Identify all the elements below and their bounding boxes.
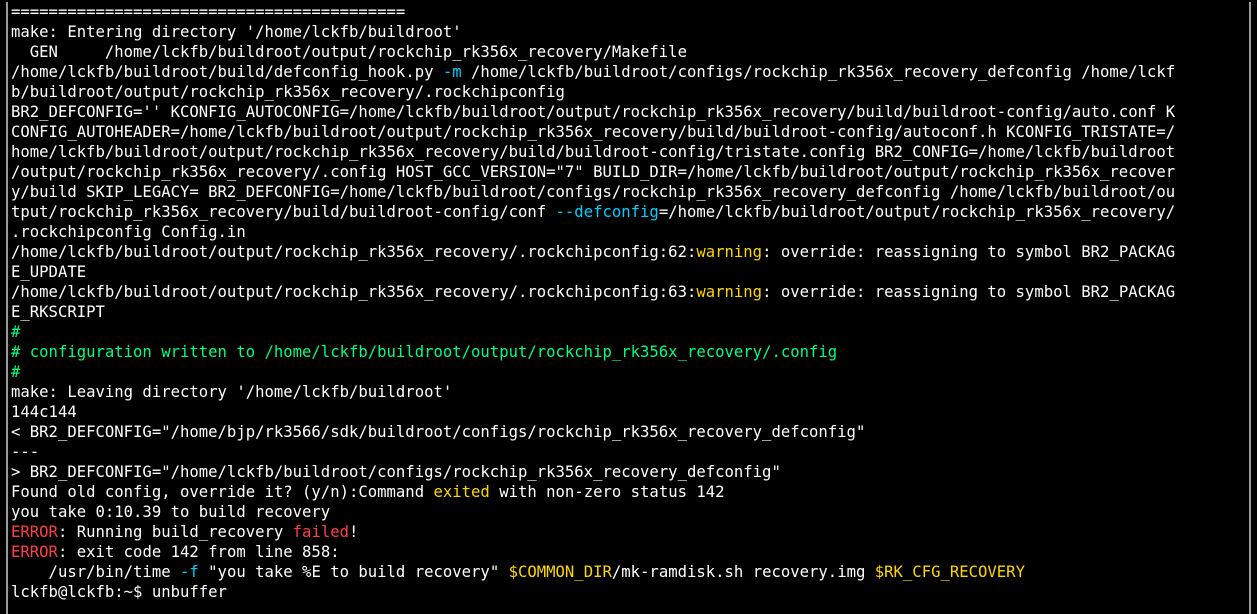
- terminal-line: < BR2_DEFCONFIG="/home/bjp/rk3566/sdk/bu…: [11, 422, 1249, 442]
- terminal-text-segment: $RK_CFG_RECOVERY: [874, 563, 1025, 581]
- terminal-line: 144c144: [11, 402, 1249, 422]
- terminal-line: /usr/bin/time -f "you take %E to build r…: [11, 562, 1249, 582]
- terminal-text-segment: y/build SKIP_LEGACY= BR2_DEFCONFIG=/home…: [11, 183, 1176, 201]
- terminal-line: ERROR: Running build_recovery failed!: [11, 522, 1249, 542]
- terminal-text-segment: /home/lckfb/buildroot/build/defconfig_ho…: [11, 63, 443, 81]
- command-input[interactable]: unbuffer: [152, 583, 227, 601]
- terminal-text-segment: failed: [292, 523, 350, 541]
- terminal-text-segment: : exit code 142 from line 858:: [57, 543, 340, 561]
- terminal-line: BR2_DEFCONFIG='' KCONFIG_AUTOCONFIG=/hom…: [11, 102, 1249, 122]
- terminal-line: #: [11, 362, 1249, 382]
- terminal-text-segment: b/buildroot/output/rockchip_rk356x_recov…: [11, 83, 565, 101]
- terminal-text-segment: home/lckfb/buildroot/output/rockchip_rk3…: [11, 143, 1176, 161]
- terminal-line: E_UPDATE: [11, 262, 1249, 282]
- terminal-line: ---: [11, 442, 1249, 462]
- terminal-text-segment: Found old config, override it? (y/n):Com…: [11, 483, 434, 501]
- terminal-line: tput/rockchip_rk356x_recovery/build/buil…: [11, 202, 1249, 222]
- shell-prompt: lckfb@lckfb:~$: [11, 583, 152, 601]
- terminal-text-segment: /usr/bin/time: [11, 563, 180, 581]
- terminal-text-segment: #: [11, 363, 21, 381]
- terminal-line: /home/lckfb/buildroot/output/rockchip_rk…: [11, 282, 1249, 302]
- terminal-line: make: Entering directory '/home/lckfb/bu…: [11, 22, 1249, 42]
- terminal-text-segment: "you take %E to build recovery": [198, 563, 509, 581]
- terminal-line: GEN /home/lckfb/buildroot/output/rockchi…: [11, 42, 1249, 62]
- terminal-text-segment: # configuration written to /home/lckfb/b…: [11, 343, 838, 361]
- prompt-line[interactable]: lckfb@lckfb:~$ unbuffer: [11, 582, 1249, 602]
- terminal-text-segment: you take 0:10.39 to build recovery: [11, 503, 331, 521]
- terminal-line: b/buildroot/output/rockchip_rk356x_recov…: [11, 82, 1249, 102]
- terminal-text-segment: /mk-ramdisk.sh recovery.img: [611, 563, 875, 581]
- terminal-text-segment: tput/rockchip_rk356x_recovery/build/buil…: [11, 203, 556, 221]
- terminal-text-segment: GEN /home/lckfb/buildroot/output/rockchi…: [11, 43, 687, 61]
- terminal-text-segment: 144c144: [11, 403, 77, 421]
- terminal-line: # configuration written to /home/lckfb/b…: [11, 342, 1249, 362]
- terminal-text-segment: with non-zero status 142: [489, 483, 725, 501]
- terminal-line: > BR2_DEFCONFIG="/home/lckfb/buildroot/c…: [11, 462, 1249, 482]
- terminal-text-segment: /home/lckfb/buildroot/output/rockchip_rk…: [11, 283, 697, 301]
- terminal-text-segment: CONFIG_AUTOHEADER=/home/lckfb/buildroot/…: [11, 123, 1176, 141]
- terminal-window[interactable]: ========================================…: [6, 2, 1251, 614]
- terminal-text-segment: ---: [11, 443, 40, 461]
- terminal-text-segment: =/home/lckfb/buildroot/output/rockchip_r…: [658, 203, 1176, 221]
- terminal-text-segment: $COMMON_DIR: [508, 563, 612, 581]
- terminal-line: E_RKSCRIPT: [11, 302, 1249, 322]
- terminal-text-segment: --defconfig: [555, 203, 659, 221]
- terminal-text-segment: ERROR: [11, 543, 58, 561]
- terminal-text-segment: E_UPDATE: [11, 263, 87, 281]
- terminal-output: ========================================…: [11, 2, 1249, 602]
- terminal-line: home/lckfb/buildroot/output/rockchip_rk3…: [11, 142, 1249, 162]
- terminal-line: /home/lckfb/buildroot/output/rockchip_rk…: [11, 242, 1249, 262]
- terminal-line: y/build SKIP_LEGACY= BR2_DEFCONFIG=/home…: [11, 182, 1249, 202]
- terminal-text-segment: /home/lckfb/buildroot/configs/rockchip_r…: [461, 63, 1176, 81]
- terminal-line: #: [11, 322, 1249, 342]
- terminal-text-segment: /output/rockchip_rk356x_recovery/.config…: [11, 163, 1176, 181]
- terminal-text-segment: : Running build_recovery: [57, 523, 293, 541]
- terminal-text-segment: !: [349, 523, 359, 541]
- terminal-text-segment: -f: [180, 563, 199, 581]
- terminal-text-segment: : override: reassigning to symbol BR2_PA…: [762, 243, 1176, 261]
- terminal-text-segment: > BR2_DEFCONFIG="/home/lckfb/buildroot/c…: [11, 463, 781, 481]
- terminal-text-segment: make: Leaving directory '/home/lckfb/bui…: [11, 383, 453, 401]
- terminal-text-segment: make: Entering directory '/home/lckfb/bu…: [11, 23, 462, 41]
- terminal-line: /home/lckfb/buildroot/build/defconfig_ho…: [11, 62, 1249, 82]
- terminal-text-segment: warning: [696, 243, 763, 261]
- terminal-text-segment: .rockchipconfig Config.in: [11, 223, 246, 241]
- terminal-line: you take 0:10.39 to build recovery: [11, 502, 1249, 522]
- terminal-text-segment: exited: [433, 483, 490, 501]
- terminal-text-segment: E_RKSCRIPT: [11, 303, 105, 321]
- text-cursor: [227, 583, 236, 600]
- terminal-line: /output/rockchip_rk356x_recovery/.config…: [11, 162, 1249, 182]
- terminal-text-segment: < BR2_DEFCONFIG="/home/bjp/rk3566/sdk/bu…: [11, 423, 866, 441]
- terminal-line: Found old config, override it? (y/n):Com…: [11, 482, 1249, 502]
- terminal-line: ERROR: exit code 142 from line 858:: [11, 542, 1249, 562]
- terminal-text-segment: -m: [442, 63, 462, 81]
- terminal-text-segment: #: [11, 323, 21, 341]
- terminal-text-segment: /home/lckfb/buildroot/output/rockchip_rk…: [11, 243, 697, 261]
- terminal-line: ========================================…: [11, 2, 1249, 22]
- terminal-text-segment: ========================================…: [11, 3, 406, 21]
- terminal-text-segment: ERROR: [11, 523, 58, 541]
- terminal-text-segment: warning: [696, 283, 763, 301]
- terminal-line: .rockchipconfig Config.in: [11, 222, 1249, 242]
- terminal-text-segment: BR2_DEFCONFIG='' KCONFIG_AUTOCONFIG=/hom…: [11, 103, 1176, 121]
- terminal-line: CONFIG_AUTOHEADER=/home/lckfb/buildroot/…: [11, 122, 1249, 142]
- terminal-line: make: Leaving directory '/home/lckfb/bui…: [11, 382, 1249, 402]
- terminal-text-segment: : override: reassigning to symbol BR2_PA…: [762, 283, 1176, 301]
